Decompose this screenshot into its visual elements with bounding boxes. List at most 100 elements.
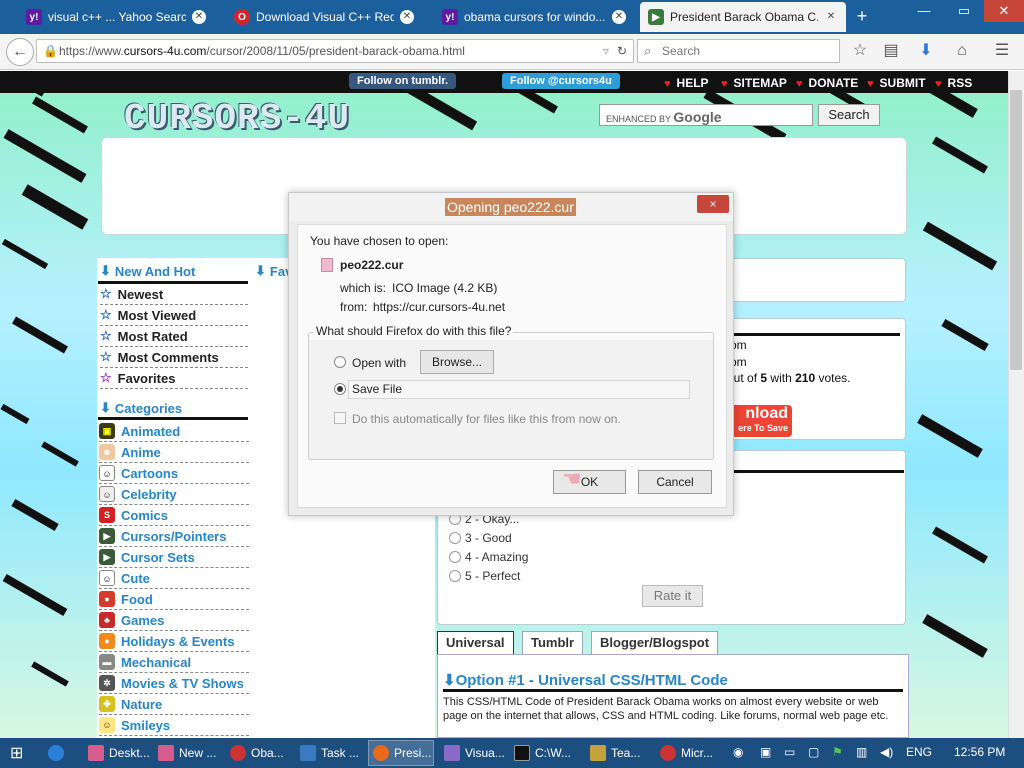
search-bar[interactable]: ⌕ Search [637, 39, 840, 63]
taskbar-item-micr[interactable]: Micr... [656, 740, 722, 766]
minimize-icon[interactable]: — [904, 0, 944, 22]
anime-icon: ☻ [99, 444, 115, 460]
nav-most-comments[interactable]: ☆ Most Comments [100, 347, 248, 368]
close-tab-icon[interactable]: ✕ [192, 10, 206, 24]
follow-twitter-link[interactable]: Follow @cursors4u [502, 73, 620, 89]
category-comics[interactable]: S Comics [99, 505, 249, 526]
tab-yahoo-search[interactable]: y! visual c++ ... Yahoo Search ✕ [18, 2, 214, 32]
reload-icon[interactable]: ↻ [617, 44, 627, 58]
opera-icon: O [234, 9, 250, 25]
close-tab-icon[interactable]: ✕ [824, 10, 838, 24]
taskbar-item-new[interactable]: New ... [154, 740, 220, 766]
taskbar-item-firefox[interactable]: Presi... [368, 740, 434, 766]
category-animated[interactable]: ▣ Animated [99, 421, 249, 442]
cancel-button[interactable]: Cancel [638, 470, 712, 494]
category-nature[interactable]: ✤ Nature [99, 694, 249, 715]
close-tab-icon[interactable]: ✕ [400, 10, 414, 24]
dropdown-arrow-icon[interactable]: ▿ [603, 44, 609, 58]
category-smileys[interactable]: ☺ Smileys [99, 715, 249, 736]
menu-icon[interactable]: ☰ [991, 40, 1013, 62]
maximize-icon[interactable]: ▭ [944, 0, 984, 22]
rate-it-button[interactable]: Rate it [642, 585, 703, 607]
site-logo[interactable]: CURSORS-4U [124, 98, 350, 139]
scrollbar-thumb[interactable] [1010, 90, 1022, 370]
divider [98, 417, 248, 420]
submit-link[interactable]: ♥ SUBMIT [867, 76, 926, 90]
follow-tumblr-link[interactable]: Follow on tumblr. [349, 73, 457, 89]
category-celebrity[interactable]: ☺ Celebrity [99, 484, 249, 505]
volume-icon[interactable]: ◀) [880, 745, 893, 759]
save-file-radio[interactable] [334, 383, 346, 395]
taskbar-item-task[interactable]: Task ... [296, 740, 362, 766]
taskbar-item-visual[interactable]: Visua... [440, 740, 506, 766]
start-button[interactable]: ⊞ [6, 740, 36, 766]
cursor-sets-icon: ▶ [99, 549, 115, 565]
taskbar-item-obama[interactable]: Oba... [226, 740, 292, 766]
google-search-input[interactable]: ENHANCED BY Google [599, 104, 813, 126]
category-mechanical[interactable]: ▬ Mechanical [99, 652, 249, 673]
close-tab-icon[interactable]: ✕ [612, 10, 626, 24]
tray-monitor-icon[interactable]: ▭ [784, 745, 795, 759]
dialog-close-button[interactable]: × [697, 195, 729, 213]
site-search-button[interactable]: Search [818, 104, 880, 126]
rate-option-amazing[interactable]: 4 - Amazing [449, 550, 528, 564]
tray-opera-icon[interactable]: ◉ [733, 745, 743, 759]
category-cartoons[interactable]: ☺ Cartoons [99, 463, 249, 484]
new-tab-plus-icon[interactable]: + [852, 7, 872, 27]
category-cursors-pointers[interactable]: ▶ Cursors/Pointers [99, 526, 249, 547]
nav-label: Most Comments [117, 349, 219, 365]
favorites-heading: ⬇ Fav [255, 263, 292, 279]
nav-label: Newest [117, 286, 164, 302]
back-arrow-icon[interactable]: ← [6, 38, 34, 66]
clock[interactable]: 12:56 PM [954, 745, 1005, 759]
ie-taskbar-icon[interactable] [44, 740, 80, 766]
browse-button[interactable]: Browse... [420, 350, 494, 374]
close-window-icon[interactable]: ✕ [984, 0, 1024, 22]
animated-icon: ▣ [99, 423, 115, 439]
nav-newest[interactable]: ☆ Newest [100, 284, 248, 305]
rss-link[interactable]: ♥ RSS [935, 76, 972, 90]
tray-window-icon[interactable]: ▢ [808, 745, 819, 759]
yahoo-icon: y! [442, 9, 458, 25]
tab-universal[interactable]: Universal [437, 631, 514, 655]
taskbar-item-cmd[interactable]: C:\W... [510, 740, 580, 766]
tab-obama-cursors[interactable]: y! obama cursors for windo... ✕ [434, 2, 634, 32]
language-indicator[interactable]: ENG [906, 745, 932, 759]
download-arrow-icon[interactable]: ⬇ [915, 40, 937, 62]
category-games[interactable]: ♣ Games [99, 610, 249, 631]
nav-most-rated[interactable]: ☆ Most Rated [100, 326, 248, 347]
donate-link[interactable]: ♥ DONATE [796, 76, 858, 90]
rate-option-perfect[interactable]: 5 - Perfect [449, 569, 520, 583]
taskbar-item-tea[interactable]: Tea... [586, 740, 652, 766]
category-food[interactable]: ● Food [99, 589, 249, 610]
follow-tumblr-label: Follow on tumblr. [357, 75, 449, 87]
category-cursor-sets[interactable]: ▶ Cursor Sets [99, 547, 249, 568]
help-link[interactable]: ♥ HELP [664, 76, 709, 90]
category-holidays-events[interactable]: ● Holidays & Events [99, 631, 249, 652]
bookmark-star-icon[interactable]: ☆ [849, 40, 871, 62]
tab-president-obama[interactable]: ▶ President Barack Obama C... ✕ [640, 2, 846, 32]
auto-checkbox[interactable] [334, 412, 346, 424]
search-placeholder: Search [662, 44, 701, 58]
address-bar[interactable]: 🔒 https://www. cursors-4u.com/cursor/2008… [36, 39, 634, 63]
tab-blogger[interactable]: Blogger/Blogspot [591, 631, 719, 655]
save-file-label: Save File [352, 382, 403, 396]
taskbar-item-desktop[interactable]: Deskt... [84, 740, 150, 766]
rate-option-good[interactable]: 3 - Good [449, 531, 512, 545]
nav-most-viewed[interactable]: ☆ Most Viewed [100, 305, 248, 326]
home-icon[interactable]: ⌂ [951, 40, 973, 62]
tab-tumblr[interactable]: Tumblr [522, 631, 584, 655]
category-cute[interactable]: ☺ Cute [99, 568, 249, 589]
category-movies-tv[interactable]: ✲ Movies & TV Shows [99, 673, 249, 694]
network-icon[interactable]: ▥ [856, 745, 867, 759]
tray-flag-icon[interactable]: ⚑ [832, 745, 843, 759]
tray-app-icon[interactable]: ▣ [760, 745, 771, 759]
sitemap-link[interactable]: ♥ SITEMAP [721, 76, 787, 90]
open-with-radio[interactable] [334, 356, 346, 368]
nav-favorites[interactable]: ☆ Favorites [100, 368, 248, 389]
reading-list-icon[interactable]: ▤ [880, 40, 902, 62]
star-icon: ☆ [100, 307, 112, 322]
category-anime[interactable]: ☻ Anime [99, 442, 249, 463]
tab-download-visual-cpp[interactable]: O Download Visual C++ Red... ✕ [226, 2, 422, 32]
divider [710, 333, 900, 336]
